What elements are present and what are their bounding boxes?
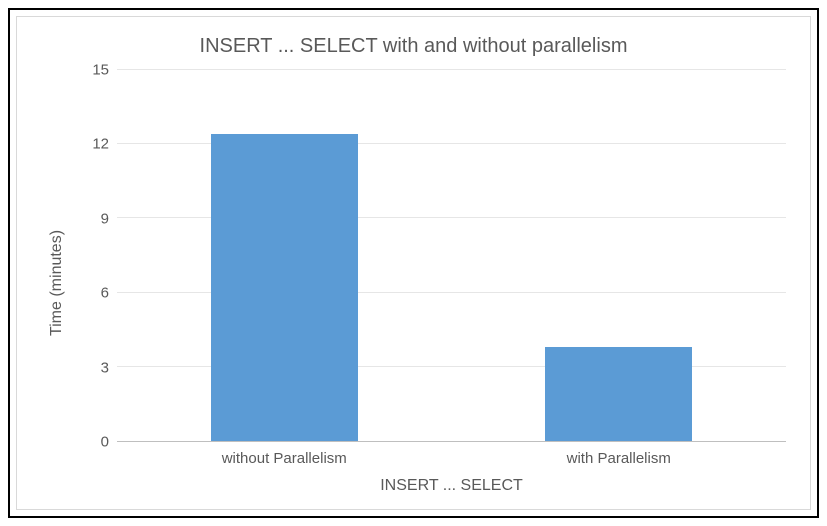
bar-without-parallelism	[211, 134, 358, 441]
y-tick: 12	[73, 137, 109, 152]
y-axis-ticks: 0 3 6 9 12 15	[73, 70, 117, 442]
y-tick: 0	[73, 435, 109, 450]
chart-outer-frame: INSERT ... SELECT with and without paral…	[8, 8, 819, 518]
plot-row: 0 3 6 9 12 15	[73, 70, 786, 442]
x-axis-label: INSERT ... SELECT	[117, 467, 786, 495]
x-category: with Parallelism	[452, 442, 787, 467]
bar-with-parallelism	[545, 347, 692, 441]
x-category: without Parallelism	[117, 442, 452, 467]
bar-slot	[452, 70, 787, 441]
y-tick: 3	[73, 360, 109, 375]
y-axis-label: Time (minutes)	[48, 229, 66, 335]
y-axis-label-wrap: Time (minutes)	[41, 70, 73, 495]
y-tick: 15	[73, 63, 109, 78]
chart-inner-frame: INSERT ... SELECT with and without paral…	[16, 16, 811, 510]
bar-slot	[117, 70, 452, 441]
chart-title: INSERT ... SELECT with and without paral…	[41, 35, 786, 58]
plot-area	[117, 70, 786, 442]
y-tick: 6	[73, 286, 109, 301]
chart-body: Time (minutes) 0 3 6 9 12 15	[41, 70, 786, 495]
plot-column: 0 3 6 9 12 15	[73, 70, 786, 495]
bars-container	[117, 70, 786, 441]
x-axis-categories: without Parallelism with Parallelism	[117, 442, 786, 467]
y-tick: 9	[73, 211, 109, 226]
